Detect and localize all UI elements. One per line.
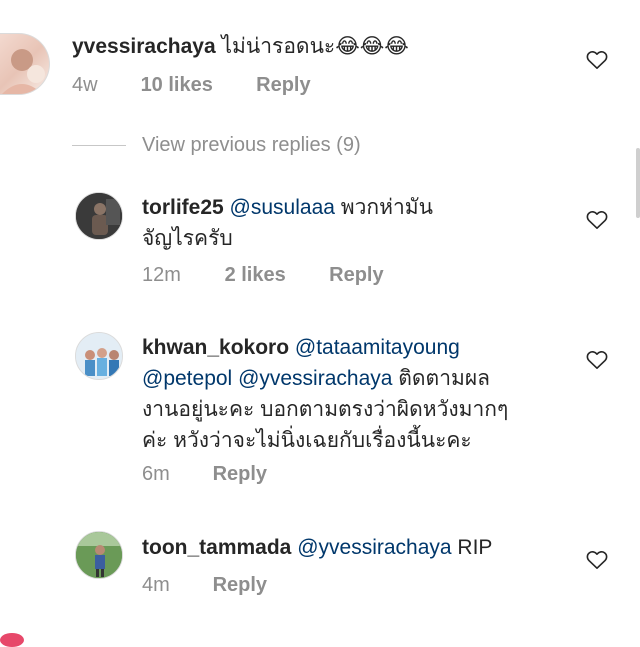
- comment-meta: 4w 10 likes Reply: [72, 74, 311, 97]
- avatar[interactable]: [75, 192, 123, 240]
- next-avatar-edge: [0, 633, 24, 647]
- comment-text: RIP: [457, 536, 493, 559]
- reply-button[interactable]: Reply: [329, 264, 383, 287]
- comment-meta: 12m 2 likes Reply: [142, 264, 384, 287]
- heart-outline-icon[interactable]: [586, 50, 608, 70]
- timestamp: 4w: [72, 74, 98, 96]
- comment-text: ติดตามผล: [398, 367, 491, 390]
- likes-count[interactable]: 10 likes: [141, 74, 251, 97]
- avatar[interactable]: [75, 332, 123, 380]
- timestamp: 12m: [142, 264, 181, 286]
- comment-text-continued: จัญไรครับ: [142, 227, 233, 250]
- view-previous-label: View previous replies (9): [142, 133, 361, 156]
- username[interactable]: khwan_kokoro: [142, 336, 289, 359]
- comment-meta: 4m Reply: [142, 574, 267, 597]
- divider-line: [72, 144, 126, 146]
- view-previous-replies[interactable]: View previous replies (9): [72, 130, 361, 160]
- avatar[interactable]: [0, 33, 50, 95]
- mention-link[interactable]: @petepol: [142, 367, 232, 390]
- username[interactable]: toon_tammada: [142, 536, 291, 559]
- mention-link[interactable]: @yvessirachaya: [297, 536, 451, 559]
- comment-meta: 6m Reply: [142, 463, 267, 486]
- username[interactable]: yvessirachaya: [72, 35, 216, 58]
- heart-outline-icon[interactable]: [586, 550, 608, 570]
- mention-link[interactable]: @yvessirachaya: [238, 367, 392, 390]
- mention-link[interactable]: @tataamitayoung: [295, 336, 460, 359]
- timestamp: 6m: [142, 463, 170, 485]
- avatar[interactable]: [75, 531, 123, 579]
- mention-link[interactable]: @susulaaa: [230, 196, 335, 219]
- heart-outline-icon[interactable]: [586, 350, 608, 370]
- reply-button[interactable]: Reply: [213, 574, 267, 597]
- reply-button[interactable]: Reply: [213, 463, 267, 486]
- comment-text: ไม่น่ารอดนะ😂😂😂: [221, 35, 409, 58]
- heart-outline-icon[interactable]: [586, 210, 608, 230]
- comment-text-continued: ค่ะ หวังว่าจะไม่นิ่งเฉยกับเรื่องนี้นะคะ: [142, 429, 472, 452]
- timestamp: 4m: [142, 574, 170, 596]
- reply-button[interactable]: Reply: [256, 74, 310, 97]
- username[interactable]: torlife25: [142, 196, 224, 219]
- scrollbar[interactable]: [636, 148, 640, 218]
- comment-text-continued: งานอยู่นะคะ บอกตามตรงว่าผิดหวังมากๆ: [142, 398, 509, 421]
- comment-text: พวกห่ามัน: [340, 196, 433, 219]
- likes-count[interactable]: 2 likes: [225, 264, 324, 287]
